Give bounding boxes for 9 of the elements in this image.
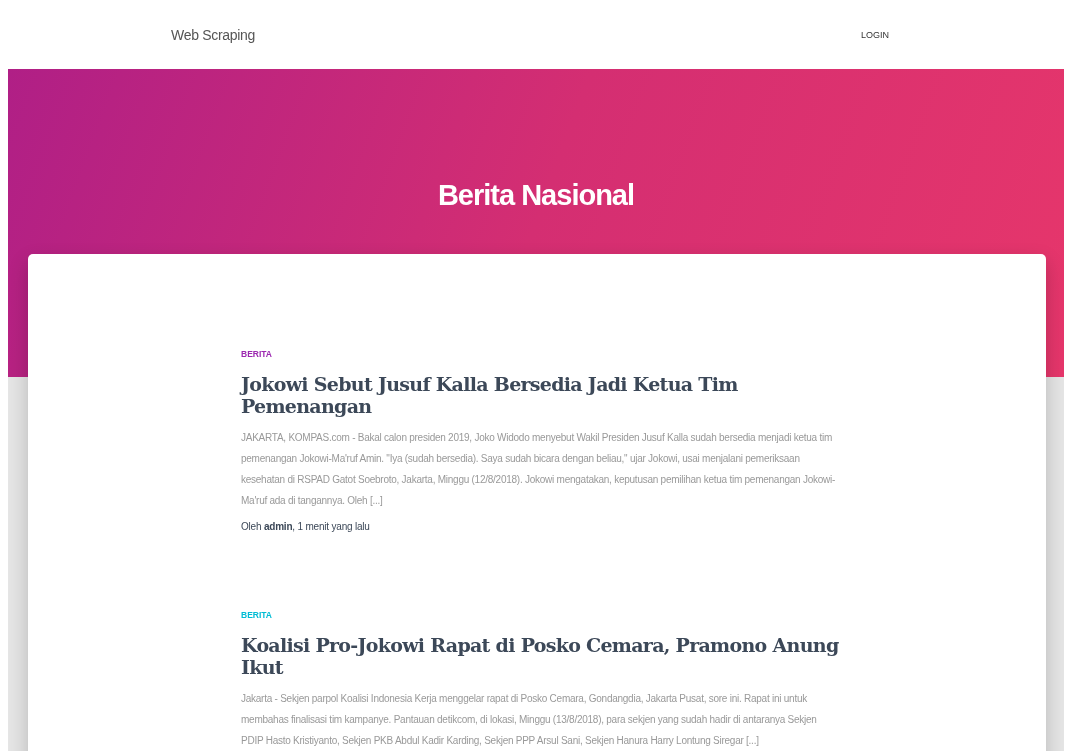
- post-excerpt: Jakarta - Sekjen parpol Koalisi Indonesia Kerja menggelar rapat di Posko Cemara, Gondangdia, Jakarta Pusat, sore ini. Rapat ini untuk membahas finalisasi tim kampanye. Pantauan detikcom, di lokasi, Minggu (13/8/2018), para sekjen yang sudah hadir di antaranya Sekjen PDIP Hasto Kristiyanto, Sekjen PKB Abdul Kadir Karding, Sekjen PPP Arsul Sani, Sekjen Hanura Harry Lontung Siregar [...]: [241, 692, 818, 748]
- post-title[interactable]: Koalisi Pro-Jokowi Rapat di Posko Cemara, Pramono Anung Ikut: [241, 634, 841, 678]
- post-byline: Oleh admin, 1 menit yang lalu: [241, 521, 370, 532]
- post-title[interactable]: Jokowi Sebut Jusuf Kalla Bersedia Jadi Ketua Tim Pemenangan: [241, 373, 841, 417]
- login-link[interactable]: LOGIN: [861, 29, 889, 40]
- hero-title: Berita Nasional: [437, 179, 635, 212]
- category-label[interactable]: BERITA: [241, 349, 272, 359]
- post-excerpt: JAKARTA, KOMPAS.com - Bakal calon presiden 2019, Joko Widodo menyebut Wakil Presiden Jusuf Kalla sudah bersedia menjadi ketua tim pemenangan Jokowi-Ma'ruf Amin. "Iya (sudah bersedia). Saya sudah bicara dengan beliau," ujar Jokowi, usai menjalani pemeriksaan kesehatan di RSPAD Gatot Soebroto, Jakarta, Minggu (12/8/2018). Jokowi mengatakan, keputusan pemilihan ketua tim pemenangan Jokowi-Ma'ruf ada di tangannya. Oleh [...]: [241, 431, 837, 508]
- brand-link[interactable]: Web Scraping: [171, 26, 256, 43]
